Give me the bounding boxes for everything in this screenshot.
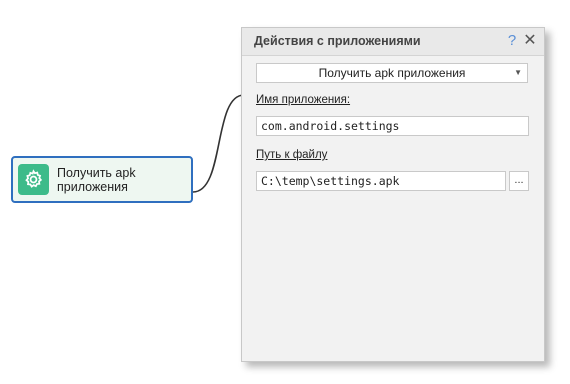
help-button[interactable]: ?: [504, 31, 520, 51]
properties-panel: Действия с приложениями ? ✕ Получить apk…: [241, 27, 545, 362]
panel-header: Действия с приложениями ? ✕: [242, 28, 544, 56]
node-label: Получить apk приложения: [57, 166, 136, 194]
action-node[interactable]: Получить apk приложения: [11, 156, 193, 203]
close-button[interactable]: ✕: [522, 31, 538, 51]
action-select[interactable]: Получить apk приложения ▼: [256, 63, 528, 83]
chevron-down-icon: ▼: [514, 68, 522, 77]
app-name-label: Имя приложения:: [256, 94, 351, 106]
gear-icon: [18, 164, 49, 195]
panel-title: Действия с приложениями: [254, 34, 421, 48]
file-path-label: Путь к файлу: [256, 149, 328, 161]
action-select-value: Получить apk приложения: [318, 66, 466, 80]
browse-button[interactable]: ...: [509, 171, 529, 191]
app-name-input[interactable]: com.android.settings: [256, 116, 529, 136]
file-path-input[interactable]: C:\temp\settings.apk: [256, 171, 506, 191]
